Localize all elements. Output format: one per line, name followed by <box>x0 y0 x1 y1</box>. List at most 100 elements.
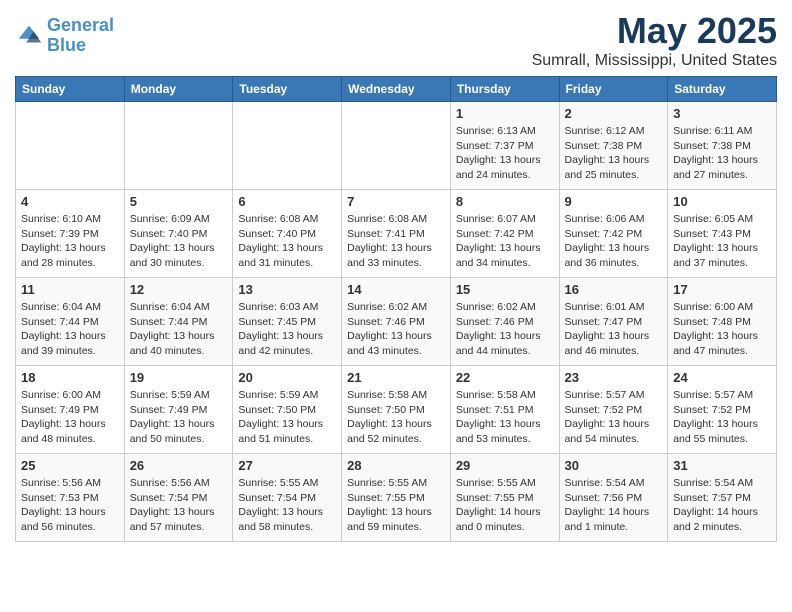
calendar-cell: 3 Sunrise: 6:11 AM Sunset: 7:38 PM Daylig… <box>668 102 777 190</box>
day-info: Sunrise: 5:57 AM Sunset: 7:52 PM Dayligh… <box>673 388 771 447</box>
logo-text: General Blue <box>47 16 114 56</box>
day-number: 18 <box>21 370 119 385</box>
day-info: Sunrise: 6:01 AM Sunset: 7:47 PM Dayligh… <box>565 300 663 359</box>
day-number: 14 <box>347 282 445 297</box>
day-number: 23 <box>565 370 663 385</box>
day-info: Sunrise: 6:00 AM Sunset: 7:49 PM Dayligh… <box>21 388 119 447</box>
calendar-cell: 30 Sunrise: 5:54 AM Sunset: 7:56 PM Dayli… <box>559 454 668 542</box>
day-info: Sunrise: 6:02 AM Sunset: 7:46 PM Dayligh… <box>347 300 445 359</box>
day-number: 22 <box>456 370 554 385</box>
day-number: 6 <box>238 194 336 209</box>
day-number: 30 <box>565 458 663 473</box>
day-info: Sunrise: 6:08 AM Sunset: 7:41 PM Dayligh… <box>347 212 445 271</box>
calendar-cell: 21 Sunrise: 5:58 AM Sunset: 7:50 PM Dayli… <box>342 366 451 454</box>
day-info: Sunrise: 6:04 AM Sunset: 7:44 PM Dayligh… <box>130 300 228 359</box>
calendar-cell: 15 Sunrise: 6:02 AM Sunset: 7:46 PM Dayli… <box>450 278 559 366</box>
logo-general: General <box>47 15 114 35</box>
day-number: 3 <box>673 106 771 121</box>
day-number: 9 <box>565 194 663 209</box>
calendar-cell: 12 Sunrise: 6:04 AM Sunset: 7:44 PM Dayli… <box>124 278 233 366</box>
day-info: Sunrise: 5:54 AM Sunset: 7:56 PM Dayligh… <box>565 476 663 535</box>
col-header-thursday: Thursday <box>450 77 559 102</box>
logo-icon <box>15 22 43 50</box>
title-area: May 2025 Sumrall, Mississippi, United St… <box>532 10 777 70</box>
day-info: Sunrise: 6:03 AM Sunset: 7:45 PM Dayligh… <box>238 300 336 359</box>
day-number: 2 <box>565 106 663 121</box>
calendar-week-3: 11 Sunrise: 6:04 AM Sunset: 7:44 PM Dayli… <box>16 278 777 366</box>
day-number: 7 <box>347 194 445 209</box>
day-number: 20 <box>238 370 336 385</box>
day-number: 27 <box>238 458 336 473</box>
day-info: Sunrise: 6:04 AM Sunset: 7:44 PM Dayligh… <box>21 300 119 359</box>
calendar-table: SundayMondayTuesdayWednesdayThursdayFrid… <box>15 76 777 542</box>
day-number: 12 <box>130 282 228 297</box>
calendar-week-5: 25Sunrise: 5:56 AM Sunset: 7:53 PM Dayli… <box>16 454 777 542</box>
day-info: Sunrise: 6:13 AM Sunset: 7:37 PM Dayligh… <box>456 124 554 183</box>
calendar-week-1: 1 Sunrise: 6:13 AM Sunset: 7:37 PM Daylig… <box>16 102 777 190</box>
day-number: 28 <box>347 458 445 473</box>
day-info: Sunrise: 6:09 AM Sunset: 7:40 PM Dayligh… <box>130 212 228 271</box>
calendar-cell: 13 Sunrise: 6:03 AM Sunset: 7:45 PM Dayli… <box>233 278 342 366</box>
day-info: Sunrise: 5:58 AM Sunset: 7:51 PM Dayligh… <box>456 388 554 447</box>
subtitle: Sumrall, Mississippi, United States <box>532 52 777 70</box>
calendar-cell: 6Sunrise: 6:08 AM Sunset: 7:40 PM Daylig… <box>233 190 342 278</box>
day-number: 24 <box>673 370 771 385</box>
calendar-cell: 7 Sunrise: 6:08 AM Sunset: 7:41 PM Daylig… <box>342 190 451 278</box>
day-number: 10 <box>673 194 771 209</box>
day-info: Sunrise: 5:59 AM Sunset: 7:50 PM Dayligh… <box>238 388 336 447</box>
day-number: 17 <box>673 282 771 297</box>
day-number: 16 <box>565 282 663 297</box>
calendar-cell: 22 Sunrise: 5:58 AM Sunset: 7:51 PM Dayli… <box>450 366 559 454</box>
col-header-friday: Friday <box>559 77 668 102</box>
logo-blue: Blue <box>47 35 86 55</box>
col-header-monday: Monday <box>124 77 233 102</box>
day-info: Sunrise: 6:12 AM Sunset: 7:38 PM Dayligh… <box>565 124 663 183</box>
day-info: Sunrise: 5:58 AM Sunset: 7:50 PM Dayligh… <box>347 388 445 447</box>
col-header-wednesday: Wednesday <box>342 77 451 102</box>
day-number: 13 <box>238 282 336 297</box>
calendar-cell: 28 Sunrise: 5:55 AM Sunset: 7:55 PM Dayli… <box>342 454 451 542</box>
day-number: 31 <box>673 458 771 473</box>
day-info: Sunrise: 6:06 AM Sunset: 7:42 PM Dayligh… <box>565 212 663 271</box>
calendar-cell <box>342 102 451 190</box>
calendar-cell: 20 Sunrise: 5:59 AM Sunset: 7:50 PM Dayli… <box>233 366 342 454</box>
day-info: Sunrise: 5:55 AM Sunset: 7:55 PM Dayligh… <box>347 476 445 535</box>
day-number: 4 <box>21 194 119 209</box>
day-number: 1 <box>456 106 554 121</box>
main-title: May 2025 <box>532 10 777 52</box>
day-info: Sunrise: 6:05 AM Sunset: 7:43 PM Dayligh… <box>673 212 771 271</box>
calendar-cell: 2 Sunrise: 6:12 AM Sunset: 7:38 PM Daylig… <box>559 102 668 190</box>
col-header-sunday: Sunday <box>16 77 125 102</box>
calendar-cell: 9 Sunrise: 6:06 AM Sunset: 7:42 PM Daylig… <box>559 190 668 278</box>
day-number: 11 <box>21 282 119 297</box>
day-info: Sunrise: 6:11 AM Sunset: 7:38 PM Dayligh… <box>673 124 771 183</box>
calendar-cell <box>16 102 125 190</box>
day-info: Sunrise: 5:54 AM Sunset: 7:57 PM Dayligh… <box>673 476 771 535</box>
calendar-cell: 11 Sunrise: 6:04 AM Sunset: 7:44 PM Dayli… <box>16 278 125 366</box>
day-info: Sunrise: 5:57 AM Sunset: 7:52 PM Dayligh… <box>565 388 663 447</box>
day-info: Sunrise: 5:55 AM Sunset: 7:55 PM Dayligh… <box>456 476 554 535</box>
calendar-week-2: 4 Sunrise: 6:10 AM Sunset: 7:39 PM Daylig… <box>16 190 777 278</box>
logo: General Blue <box>15 16 114 56</box>
day-info: Sunrise: 6:10 AM Sunset: 7:39 PM Dayligh… <box>21 212 119 271</box>
calendar-cell: 8Sunrise: 6:07 AM Sunset: 7:42 PM Daylig… <box>450 190 559 278</box>
day-number: 5 <box>130 194 228 209</box>
calendar-cell: 14 Sunrise: 6:02 AM Sunset: 7:46 PM Dayli… <box>342 278 451 366</box>
calendar-cell: 24 Sunrise: 5:57 AM Sunset: 7:52 PM Dayli… <box>668 366 777 454</box>
day-number: 15 <box>456 282 554 297</box>
day-number: 19 <box>130 370 228 385</box>
day-info: Sunrise: 5:56 AM Sunset: 7:54 PM Dayligh… <box>130 476 228 535</box>
header: General Blue May 2025 Sumrall, Mississip… <box>15 10 777 70</box>
calendar-cell <box>233 102 342 190</box>
calendar-cell: 26 Sunrise: 5:56 AM Sunset: 7:54 PM Dayli… <box>124 454 233 542</box>
day-info: Sunrise: 6:07 AM Sunset: 7:42 PM Dayligh… <box>456 212 554 271</box>
day-number: 26 <box>130 458 228 473</box>
day-number: 21 <box>347 370 445 385</box>
calendar-header-row: SundayMondayTuesdayWednesdayThursdayFrid… <box>16 77 777 102</box>
calendar-cell: 16 Sunrise: 6:01 AM Sunset: 7:47 PM Dayli… <box>559 278 668 366</box>
day-info: Sunrise: 5:59 AM Sunset: 7:49 PM Dayligh… <box>130 388 228 447</box>
calendar-cell: 4 Sunrise: 6:10 AM Sunset: 7:39 PM Daylig… <box>16 190 125 278</box>
day-info: Sunrise: 5:56 AM Sunset: 7:53 PM Dayligh… <box>21 476 119 535</box>
day-info: Sunrise: 5:55 AM Sunset: 7:54 PM Dayligh… <box>238 476 336 535</box>
day-info: Sunrise: 6:02 AM Sunset: 7:46 PM Dayligh… <box>456 300 554 359</box>
